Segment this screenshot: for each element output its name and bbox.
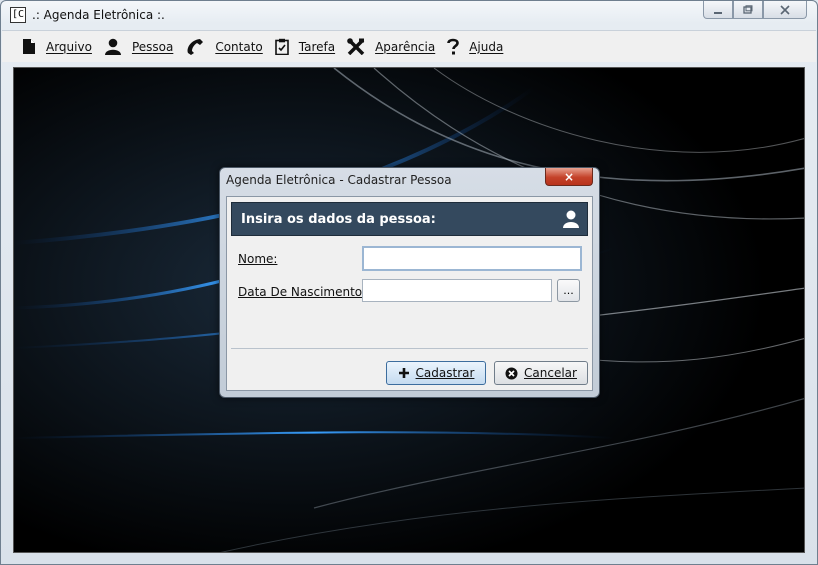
cadastrar-pessoa-dialog: Agenda Eletrônica - Cadastrar Pessoa × I… [219,167,600,398]
menu-contato-label: Contato [215,39,263,54]
close-icon: × [563,169,575,184]
app-icon[interactable]: [C [10,7,26,23]
menu-ajuda[interactable]: Ajuda [447,38,503,55]
window-controls [703,1,807,21]
close-button[interactable] [763,1,807,19]
banner-title: Insira os dados da pessoa: [241,212,436,227]
menu-tarefa[interactable]: Tarefa [274,38,336,55]
clipboard-icon [274,38,289,55]
cancelar-button[interactable]: Cancelar [494,361,588,385]
minimize-icon [714,11,722,14]
title-bar[interactable]: [C .: Agenda Eletrônica :. [1,1,817,29]
tools-icon [347,38,365,55]
nascimento-label-text: Data De Nascimento: [238,285,367,299]
menu-pessoa[interactable]: Pessoa [104,38,173,55]
menu-tarefa-label: Tarefa [298,39,336,54]
restore-icon [743,4,753,14]
cancelar-label: Cancelar [524,366,577,380]
date-picker-button[interactable]: ... [557,279,580,302]
main-window: [C .: Agenda Eletrônica :. Arquivo Pesso… [0,0,818,565]
menu-bar: Arquivo Pessoa Contato Tarefa Aparência … [2,30,816,62]
nome-label-text: Nome: [238,252,278,266]
header-banner: Insira os dados da pessoa: [231,202,588,236]
close-icon [780,4,790,15]
plus-icon [398,368,409,378]
nome-input[interactable] [362,246,582,271]
date-picker-label: ... [563,284,574,297]
separator [231,348,588,349]
data-nascimento-input[interactable] [362,279,552,302]
phone-icon [187,39,204,55]
person-icon [563,210,579,228]
nascimento-label: Data De Nascimento: [238,285,366,299]
menu-pessoa-label: Pessoa [131,39,174,54]
minimize-button[interactable] [703,1,733,19]
help-icon [447,38,460,55]
menu-ajuda-label: Ajuda [469,39,504,54]
cancel-icon [505,367,518,379]
dialog-body: Insira os dados da pessoa: Nome: Data De… [226,196,593,391]
file-icon [23,39,35,54]
cadastrar-button[interactable]: Cadastrar [386,361,486,385]
window-title: .: Agenda Eletrônica :. [32,8,165,22]
dialog-title: Agenda Eletrônica - Cadastrar Pessoa [226,173,452,187]
menu-arquivo[interactable]: Arquivo [22,38,92,55]
cadastrar-label: Cadastrar [415,366,475,380]
person-icon [104,38,121,55]
dialog-close-button[interactable]: × [545,168,593,186]
menu-contato[interactable]: Contato [185,38,263,55]
nome-label: Nome: [238,252,277,266]
menu-aparencia-label: Aparência [375,39,436,54]
menu-arquivo-label: Arquivo [46,39,92,54]
maximize-button[interactable] [733,1,763,19]
menu-aparencia[interactable]: Aparência [347,38,435,55]
